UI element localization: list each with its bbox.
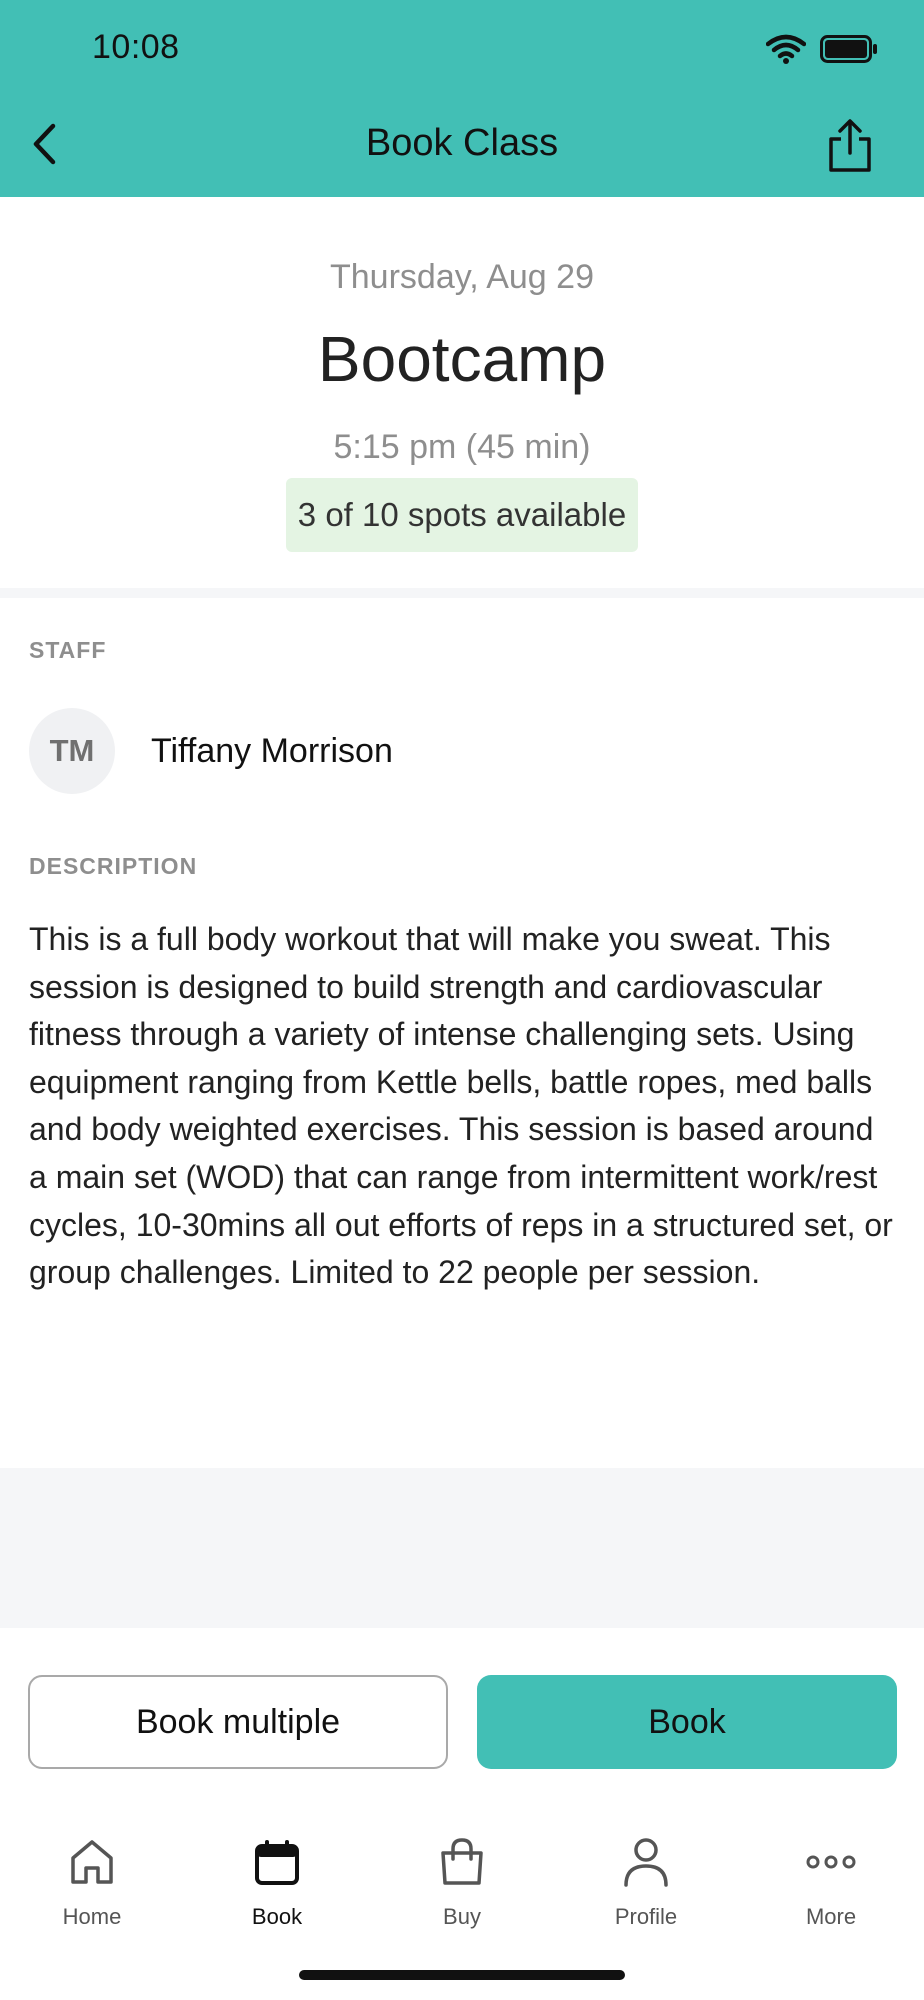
tab-buy[interactable]: Buy <box>387 1834 537 1930</box>
tab-label: Profile <box>614 1904 678 1929</box>
tab-home[interactable]: Home <box>17 1834 167 1930</box>
staff-name: Tiffany Morrison <box>151 731 393 770</box>
class-name: Bootcamp <box>317 323 607 395</box>
section-divider <box>0 588 924 598</box>
person-icon <box>623 1837 669 1892</box>
page-title: Book Class <box>365 122 559 164</box>
staff-section-label: STAFF <box>29 637 107 663</box>
share-button[interactable] <box>822 118 878 178</box>
book-button[interactable]: Book <box>477 1675 897 1769</box>
book-class-screen: 10:08 Book Class Thursday, Aug 29 Bootca… <box>0 0 924 2000</box>
tab-more[interactable]: More <box>756 1834 906 1930</box>
tab-bar: Home Book Buy Profile More <box>0 1820 924 1940</box>
home-indicator <box>299 1970 625 1980</box>
class-time: 5:15 pm (45 min) <box>333 428 591 466</box>
home-icon <box>69 1838 115 1891</box>
tab-label: More <box>805 1904 857 1929</box>
battery-icon <box>820 35 878 68</box>
description-text: This is a full body workout that will ma… <box>29 921 893 1291</box>
share-icon <box>826 118 874 178</box>
calendar-icon <box>253 1838 301 1891</box>
description-section-label: DESCRIPTION <box>29 853 198 879</box>
wifi-icon <box>765 34 807 69</box>
avatar: TM <box>29 708 115 794</box>
status-time: 10:08 <box>92 28 180 66</box>
shopping-bag-icon <box>439 1837 485 1892</box>
tab-label: Buy <box>443 1904 481 1929</box>
class-date: Thursday, Aug 29 <box>330 258 594 296</box>
status-icons <box>765 34 878 69</box>
tab-book[interactable]: Book <box>202 1834 352 1930</box>
spots-container: 3 of 10 spots available <box>0 478 924 552</box>
more-dots-icon <box>806 1854 856 1875</box>
staff-row[interactable]: TM Tiffany Morrison <box>29 708 393 794</box>
tab-label: Home <box>62 1904 122 1929</box>
tab-label: Book <box>251 1904 303 1929</box>
spots-badge: 3 of 10 spots available <box>285 478 639 552</box>
header-bar: 10:08 Book Class <box>0 0 924 197</box>
tab-profile[interactable]: Profile <box>571 1834 721 1930</box>
spacer-band <box>0 1468 924 1628</box>
book-multiple-button[interactable]: Book multiple <box>28 1675 448 1769</box>
